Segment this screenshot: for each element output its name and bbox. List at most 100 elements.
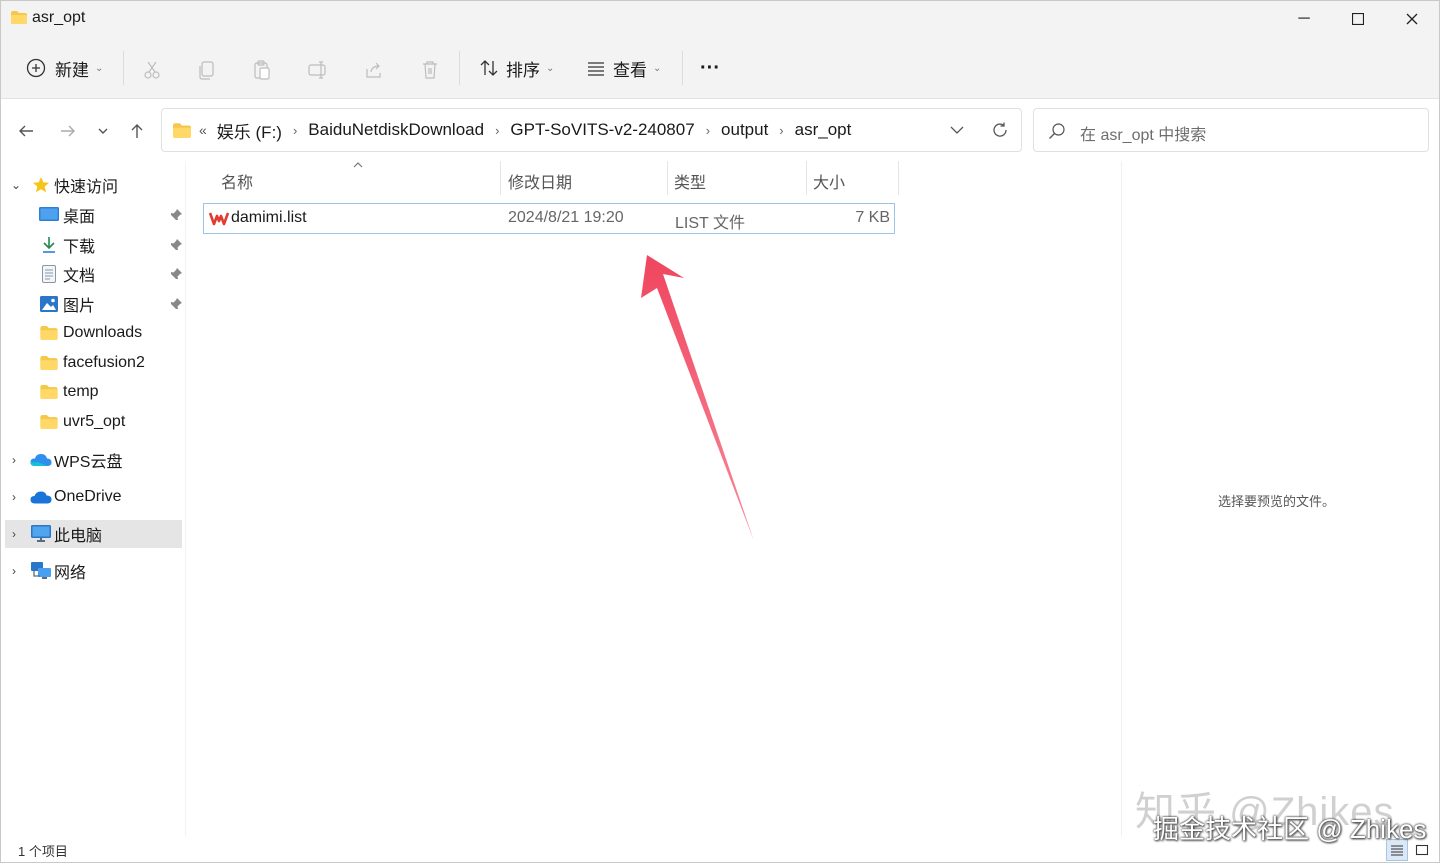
cut-icon[interactable] (141, 59, 163, 81)
folder-icon (40, 356, 58, 370)
sidebar-item-facefusion2[interactable]: facefusion2 (5, 349, 183, 377)
close-icon (1406, 13, 1418, 25)
preview-divider[interactable] (1121, 161, 1122, 836)
share-icon[interactable] (363, 59, 385, 81)
refresh-icon[interactable] (991, 121, 1009, 139)
column-divider[interactable] (667, 161, 668, 195)
sidebar-item-label: temp (63, 383, 99, 400)
delete-icon[interactable] (419, 59, 441, 81)
sidebar-item-temp[interactable]: temp (5, 378, 183, 406)
column-divider[interactable] (898, 161, 899, 195)
more-options-button[interactable]: ··· (700, 51, 720, 85)
folder-icon (40, 326, 58, 340)
breadcrumb-item[interactable]: output (721, 120, 768, 140)
toolbar-divider (123, 51, 124, 85)
column-header-date[interactable]: 修改日期 (508, 169, 572, 192)
minimize-button[interactable]: ─ (1277, 1, 1331, 37)
recent-locations-button[interactable] (91, 119, 115, 143)
breadcrumb-item[interactable]: asr_opt (795, 120, 852, 140)
chevron-right-icon[interactable]: › (12, 564, 26, 578)
copy-icon[interactable] (196, 59, 218, 81)
breadcrumb: « 娱乐 (F:) › BaiduNetdiskDownload › GPT-S… (162, 109, 851, 151)
sidebar-item-label: facefusion2 (63, 354, 145, 371)
sidebar-item-quick-access[interactable]: ⌄ 快速访问 (5, 171, 183, 199)
pane-splitter[interactable] (185, 161, 186, 836)
sidebar-item-wps-cloud[interactable]: › WPS云盘 (5, 446, 183, 474)
sort-ascending-icon (353, 162, 363, 168)
sidebar-item-label: OneDrive (54, 488, 122, 505)
new-label: 新建 (55, 60, 89, 80)
column-header-type[interactable]: 类型 (674, 169, 706, 192)
rename-icon[interactable] (307, 59, 329, 81)
chevron-right-icon[interactable]: › (495, 123, 499, 138)
chevron-down-icon[interactable]: ⌄ (11, 178, 25, 192)
sort-button[interactable]: 排序 ⌄ (478, 51, 554, 85)
watermark-juejin: 掘金技术社区 @ Zhikes (1153, 814, 1427, 844)
column-divider[interactable] (806, 161, 807, 195)
chevron-down-icon: ⌄ (653, 62, 662, 74)
close-button[interactable] (1385, 1, 1439, 37)
search-box[interactable]: 在 asr_opt 中搜索 (1033, 108, 1429, 152)
pin-icon[interactable] (169, 238, 183, 252)
paste-icon[interactable] (251, 59, 273, 81)
breadcrumb-item[interactable]: BaiduNetdiskDownload (308, 120, 484, 140)
sidebar-item-downloads-folder[interactable]: Downloads (5, 319, 183, 347)
address-bar[interactable]: « 娱乐 (F:) › BaiduNetdiskDownload › GPT-S… (161, 108, 1022, 152)
column-divider[interactable] (500, 161, 501, 195)
breadcrumb-overflow[interactable]: « (199, 122, 207, 138)
address-history-chevron-icon[interactable] (950, 124, 964, 136)
chevron-right-icon[interactable]: › (706, 123, 710, 138)
chevron-right-icon[interactable]: › (12, 527, 26, 541)
chevron-right-icon[interactable]: › (293, 123, 297, 138)
pin-icon[interactable] (169, 267, 183, 281)
breadcrumb-item[interactable]: 娱乐 (F:) (217, 118, 282, 143)
pin-icon[interactable] (169, 208, 183, 222)
search-icon (1049, 123, 1065, 139)
sidebar-item-network[interactable]: › 网络 (5, 557, 183, 585)
view-button[interactable]: 查看 ⌄ (585, 51, 661, 85)
maximize-button[interactable] (1331, 1, 1385, 37)
view-label: 查看 (613, 60, 647, 80)
column-header-name[interactable]: 名称 (221, 169, 253, 192)
sidebar-item-onedrive[interactable]: › OneDrive (5, 483, 183, 511)
download-icon (43, 237, 55, 253)
chevron-right-icon[interactable]: › (12, 490, 26, 504)
back-button[interactable] (14, 119, 38, 143)
sidebar-item-label: 此电脑 (54, 528, 103, 545)
sidebar-item-this-pc[interactable]: › 此电脑 (5, 520, 182, 548)
pin-icon[interactable] (169, 297, 183, 311)
sidebar-item-label: 网络 (54, 565, 87, 582)
chevron-right-icon[interactable]: › (12, 453, 26, 467)
star-icon (33, 177, 49, 193)
arrow-right-icon (61, 125, 75, 137)
new-button[interactable]: 新建 ⌄ (25, 51, 103, 85)
search-input[interactable]: 在 asr_opt 中搜索 (1080, 121, 1206, 145)
sidebar-item-pictures[interactable]: 图片 (5, 290, 183, 318)
network-icon (31, 562, 51, 579)
sidebar-item-documents[interactable]: 文档 (5, 260, 183, 288)
sidebar-item-label: 下载 (63, 239, 96, 256)
folder-icon (40, 385, 58, 399)
sidebar-item-label: 桌面 (63, 209, 96, 226)
chevron-right-icon[interactable]: › (779, 123, 783, 138)
sidebar-item-label: Downloads (63, 324, 143, 341)
title-bar: asr_opt ─ (1, 1, 1439, 37)
chevron-down-icon: ⌄ (546, 62, 555, 74)
annotation-arrow (641, 255, 754, 541)
chevron-down-icon: ⌄ (95, 62, 104, 74)
sidebar-item-uvr5-opt[interactable]: uvr5_opt (5, 408, 183, 436)
sidebar-item-downloads-quick[interactable]: 下载 (5, 231, 183, 259)
sidebar-item-label: 快速访问 (54, 179, 119, 196)
folder-icon (11, 11, 27, 24)
sort-label: 排序 (506, 60, 540, 80)
more-icon: ··· (700, 56, 720, 79)
breadcrumb-item[interactable]: GPT-SoVITS-v2-240807 (510, 120, 694, 140)
sidebar-item-desktop[interactable]: 桌面 (5, 201, 183, 229)
column-header-size[interactable]: 大小 (813, 169, 845, 192)
up-button[interactable] (125, 119, 149, 143)
file-row[interactable]: damimi.list 2024/8/21 19:20 LIST 文件 7 KB (203, 203, 895, 234)
forward-button[interactable] (56, 119, 80, 143)
sidebar-item-label: uvr5_opt (63, 413, 126, 430)
file-date: 2024/8/21 19:20 (508, 209, 624, 226)
sidebar-item-label: 图片 (63, 298, 96, 315)
